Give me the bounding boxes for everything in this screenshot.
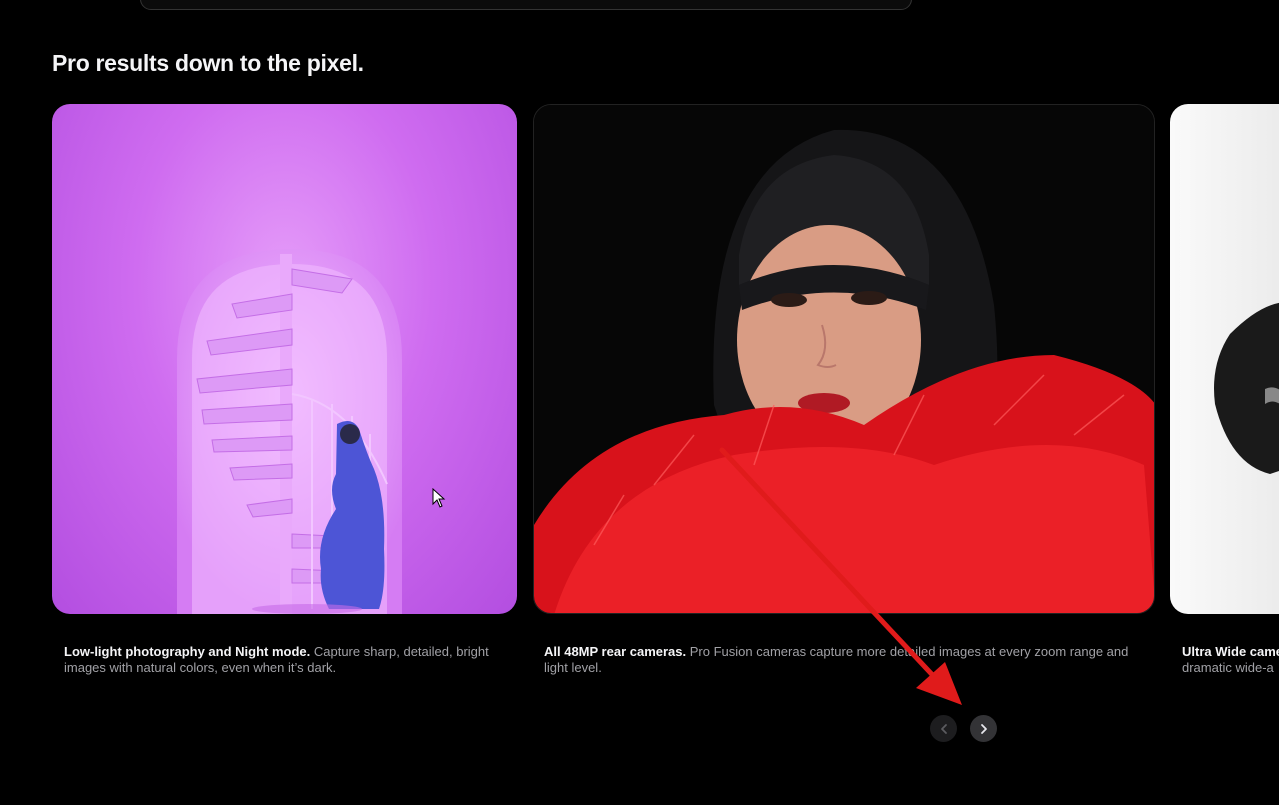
photo-gallery: Low-light photography and Night mode. Ca… <box>0 0 1279 805</box>
staircase-illustration <box>177 249 402 614</box>
caption-ultra-wide: Ultra Wide came dramatic wide-a <box>1182 644 1279 676</box>
caption-48mp: All 48MP rear cameras. Pro Fusion camera… <box>544 644 1134 676</box>
caption-title: All 48MP rear cameras. <box>544 644 687 659</box>
gallery-image-48mp <box>533 104 1155 614</box>
caption-night-mode: Low-light photography and Night mode. Ca… <box>64 644 504 676</box>
caption-title: Low-light photography and Night mode. <box>64 644 311 659</box>
chevron-right-icon <box>980 723 987 734</box>
gallery-next-button[interactable] <box>970 715 997 742</box>
ultra-wide-illustration <box>1214 302 1279 474</box>
mouse-cursor-icon <box>432 488 446 508</box>
gallery-prev-button[interactable] <box>930 715 957 742</box>
gallery-image-ultra-wide <box>1170 104 1279 614</box>
caption-title: Ultra Wide came <box>1182 644 1279 659</box>
chevron-left-icon <box>940 723 947 734</box>
gallery-image-night-mode <box>52 104 517 614</box>
portrait-illustration <box>534 105 1154 613</box>
caption-body: dramatic wide-a <box>1182 660 1274 675</box>
